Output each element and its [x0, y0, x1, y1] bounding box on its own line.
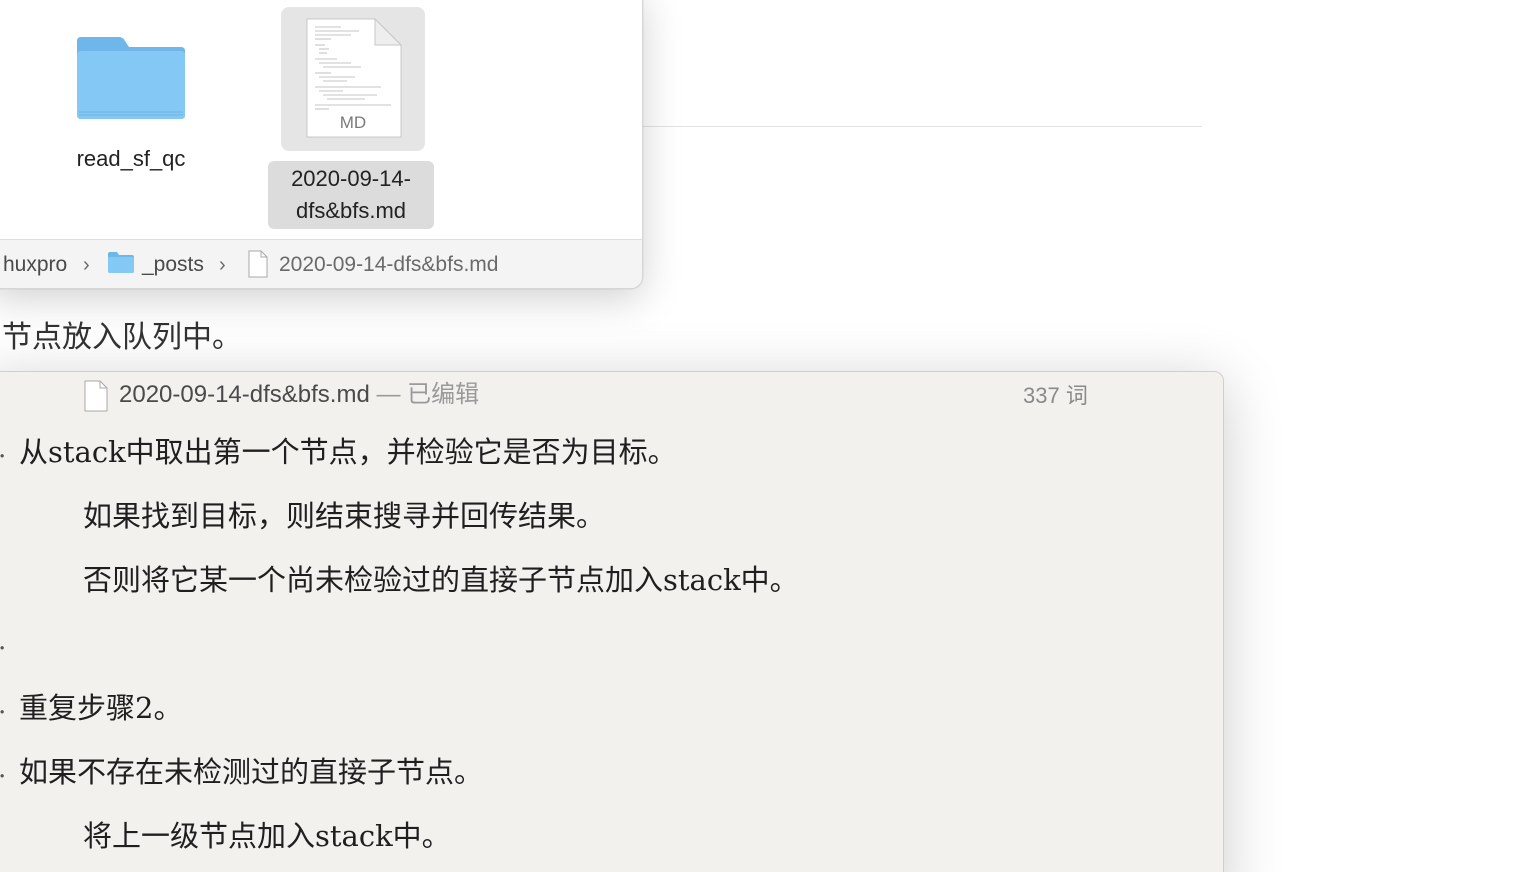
folder-item-read-sf-qc[interactable]: read_sf_qc	[61, 7, 201, 171]
chevron-right-icon: ›	[219, 254, 226, 276]
path-item-posts[interactable]: _posts	[142, 252, 204, 278]
folder-icon	[107, 250, 135, 281]
list-bullet: .	[0, 434, 6, 464]
editor-line[interactable]: 将上一级节点加入stack中。	[83, 816, 451, 856]
desktop: 节点放入队列中。 read_sf_qc MD 2020-09-14- dfs&b…	[0, 0, 1524, 872]
editor-filename: 2020-09-14-dfs&bfs.md	[119, 381, 370, 408]
editor-line[interactable]: 否则将它某一个尚未检验过的直接子节点加入stack中。	[83, 560, 799, 600]
file-name: 2020-09-14- dfs&bfs.md	[268, 161, 434, 229]
folder-name: read_sf_qc	[76, 146, 186, 171]
edited-status: — 已编辑	[369, 381, 480, 408]
path-item-huxpro[interactable]: huxpro	[3, 252, 67, 278]
editor-titlebar: 2020-09-14-dfs&bfs.md — 已编辑 337 词	[0, 372, 1223, 418]
word-count[interactable]: 337 词	[1023, 381, 1088, 411]
path-item-file[interactable]: 2020-09-14-dfs&bfs.md	[279, 252, 498, 278]
background-doc-text: 节点放入队列中。	[2, 320, 242, 355]
list-bullet: .	[0, 690, 6, 720]
file-name-line-1: 2020-09-14-	[291, 166, 411, 191]
folder-icon	[61, 7, 201, 147]
editor-line[interactable]: 重复步骤2。	[19, 688, 182, 728]
editor-line[interactable]: 如果找到目标，则结束搜寻并回传结果。	[83, 496, 605, 536]
file-name-line-2: dfs&bfs.md	[295, 198, 407, 223]
file-thumbnail-selection: MD	[281, 7, 425, 151]
finder-window: read_sf_qc MD 2020-09-14- dfs&bfs.md hux…	[0, 0, 643, 289]
document-icon	[83, 380, 109, 417]
editor-line[interactable]: 从stack中取出第一个节点，并检验它是否为目标。	[19, 432, 677, 472]
window-title[interactable]: 2020-09-14-dfs&bfs.md — 已编辑	[119, 380, 479, 410]
editor-window: 2020-09-14-dfs&bfs.md — 已编辑 337 词 . 从sta…	[0, 371, 1224, 872]
path-bar: huxpro › _posts › 2020-09-14-dfs&bfs.md	[0, 239, 642, 288]
list-bullet: .	[0, 626, 6, 656]
background-divider	[642, 126, 1202, 127]
file-type-badge: MD	[339, 113, 367, 132]
list-bullet: .	[0, 754, 6, 784]
document-icon	[247, 250, 269, 285]
chevron-right-icon: ›	[83, 254, 90, 276]
editor-line[interactable]: 如果不存在未检测过的直接子节点。	[19, 752, 483, 792]
